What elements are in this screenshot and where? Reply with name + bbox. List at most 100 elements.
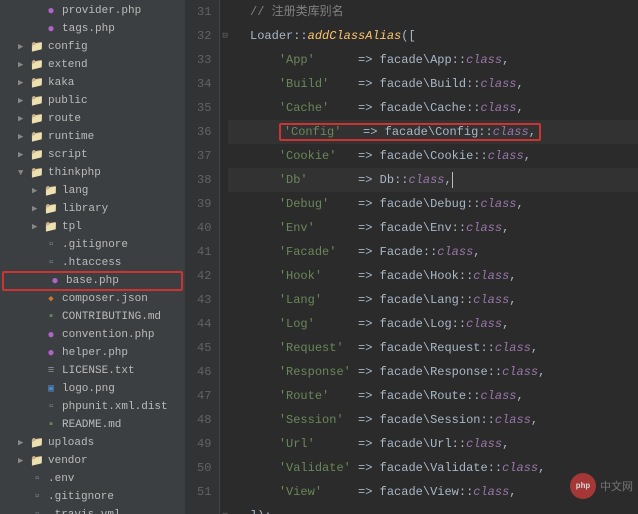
folder-icon bbox=[30, 130, 44, 144]
code-line[interactable]: 'Url' => facade\Url::class, bbox=[228, 432, 638, 456]
array-key: 'Hook' bbox=[279, 269, 351, 283]
code-line[interactable]: 'Env' => facade\Env::class, bbox=[228, 216, 638, 240]
tree-item-kaka[interactable]: kaka bbox=[0, 74, 185, 92]
code-line[interactable]: 'Hook' => facade\Hook::class, bbox=[228, 264, 638, 288]
class-ref: facade\Route bbox=[380, 389, 466, 403]
tree-item-label: logo.png bbox=[62, 383, 115, 395]
tree-arrow-icon[interactable] bbox=[18, 60, 30, 70]
project-tree[interactable]: provider.php tags.php config extend kaka publ… bbox=[0, 0, 185, 514]
tree-item-label: .htaccess bbox=[62, 257, 121, 269]
code-line[interactable]: 'Facade' => Facade::class, bbox=[228, 240, 638, 264]
tree-arrow-icon[interactable] bbox=[18, 96, 30, 106]
tree-item-contributing-md[interactable]: CONTRIBUTING.md bbox=[0, 308, 185, 326]
array-key: 'Request' bbox=[279, 341, 351, 355]
code-line[interactable]: 'Cache' => facade\Cache::class, bbox=[228, 96, 638, 120]
tree-item--travis-yml[interactable]: .travis.yml bbox=[0, 506, 185, 514]
code-editor[interactable]: 3132333435363738394041424344454647484950… bbox=[185, 0, 638, 514]
tree-item-library[interactable]: library bbox=[0, 200, 185, 218]
tree-item-tpl[interactable]: tpl bbox=[0, 218, 185, 236]
tree-item-config[interactable]: config bbox=[0, 38, 185, 56]
tree-item-extend[interactable]: extend bbox=[0, 56, 185, 74]
line-number: 36 bbox=[197, 120, 211, 144]
code-line[interactable]: 'App' => facade\App::class, bbox=[228, 48, 638, 72]
tree-arrow-icon[interactable] bbox=[32, 222, 44, 232]
tree-item-logo-png[interactable]: logo.png bbox=[0, 380, 185, 398]
tree-item--env[interactable]: .env bbox=[0, 470, 185, 488]
tree-item--htaccess[interactable]: .htaccess bbox=[0, 254, 185, 272]
tree-arrow-icon[interactable] bbox=[18, 132, 30, 142]
tree-item-uploads[interactable]: uploads bbox=[0, 434, 185, 452]
static-prop: class bbox=[473, 269, 509, 283]
code-line[interactable]: 'Config' => facade\Config::class, bbox=[228, 120, 638, 144]
code-line[interactable]: 'Log' => facade\Log::class, bbox=[228, 312, 638, 336]
static-prop: class bbox=[502, 461, 538, 475]
line-number: 43 bbox=[197, 288, 211, 312]
code-line[interactable]: 'View' => facade\View::class, bbox=[228, 480, 638, 504]
code-line[interactable]: ⊟ ]); bbox=[228, 504, 638, 514]
php-icon bbox=[44, 346, 58, 360]
static-prop: class bbox=[495, 413, 531, 427]
class-ref: facade\Lang bbox=[380, 293, 459, 307]
code-line[interactable]: 'Request' => facade\Request::class, bbox=[228, 336, 638, 360]
tree-item-license-txt[interactable]: LICENSE.txt bbox=[0, 362, 185, 380]
static-prop: class bbox=[473, 485, 509, 499]
tree-item--gitignore[interactable]: .gitignore bbox=[0, 488, 185, 506]
tree-item-runtime[interactable]: runtime bbox=[0, 128, 185, 146]
tree-item-thinkphp[interactable]: thinkphp bbox=[0, 164, 185, 182]
tree-arrow-icon[interactable] bbox=[18, 168, 30, 178]
tree-item-vendor[interactable]: vendor bbox=[0, 452, 185, 470]
tree-item-label: .gitignore bbox=[48, 491, 114, 503]
tree-arrow-icon[interactable] bbox=[18, 78, 30, 88]
code-line[interactable]: 'Lang' => facade\Lang::class, bbox=[228, 288, 638, 312]
tree-item-label: kaka bbox=[48, 77, 74, 89]
tree-item-helper-php[interactable]: helper.php bbox=[0, 344, 185, 362]
folder-icon bbox=[44, 202, 58, 216]
code-line[interactable]: 'Validate' => facade\Validate::class, bbox=[228, 456, 638, 480]
tree-arrow-icon[interactable] bbox=[32, 186, 44, 196]
tree-arrow-icon[interactable] bbox=[18, 456, 30, 466]
folder-icon bbox=[30, 454, 44, 468]
static-prop: class bbox=[466, 53, 502, 67]
file-icon bbox=[30, 472, 44, 486]
code-line[interactable]: 'Build' => facade\Build::class, bbox=[228, 72, 638, 96]
tree-arrow-icon[interactable] bbox=[18, 438, 30, 448]
code-line[interactable]: // 注册类库别名 bbox=[228, 0, 638, 24]
static-prop: class bbox=[502, 365, 538, 379]
tree-arrow-icon[interactable] bbox=[32, 204, 44, 214]
tree-item-phpunit-xml-dist[interactable]: phpunit.xml.dist bbox=[0, 398, 185, 416]
code-line[interactable]: 'Response' => facade\Response::class, bbox=[228, 360, 638, 384]
code-area[interactable]: php 中文网 // 注册类库别名⊟ Loader::addClassAlias… bbox=[220, 0, 638, 514]
tree-item-lang[interactable]: lang bbox=[0, 182, 185, 200]
tree-item-readme-md[interactable]: README.md bbox=[0, 416, 185, 434]
code-line[interactable]: 'Cookie' => facade\Cookie::class, bbox=[228, 144, 638, 168]
line-number: 31 bbox=[197, 0, 211, 24]
tree-item--gitignore[interactable]: .gitignore bbox=[0, 236, 185, 254]
fold-icon[interactable]: ⊟ bbox=[222, 504, 227, 514]
fold-icon[interactable]: ⊟ bbox=[222, 24, 227, 48]
tree-item-script[interactable]: script bbox=[0, 146, 185, 164]
code-line[interactable]: ⊟ Loader::addClassAlias([ bbox=[228, 24, 638, 48]
code-line[interactable]: 'Session' => facade\Session::class, bbox=[228, 408, 638, 432]
class-ref: facade\Build bbox=[380, 77, 466, 91]
tree-arrow-icon[interactable] bbox=[18, 150, 30, 160]
line-number: 46 bbox=[197, 360, 211, 384]
tree-arrow-icon[interactable] bbox=[18, 42, 30, 52]
tree-item-route[interactable]: route bbox=[0, 110, 185, 128]
tree-item-base-php[interactable]: base.php bbox=[2, 271, 183, 291]
file-icon bbox=[30, 490, 44, 504]
tree-item-provider-php[interactable]: provider.php bbox=[0, 2, 185, 20]
tree-item-label: extend bbox=[48, 59, 88, 71]
line-number: 42 bbox=[197, 264, 211, 288]
tree-item-label: config bbox=[48, 41, 88, 53]
code-line[interactable]: 'Route' => facade\Route::class, bbox=[228, 384, 638, 408]
code-line[interactable]: 'Debug' => facade\Debug::class, bbox=[228, 192, 638, 216]
tree-item-composer-json[interactable]: composer.json bbox=[0, 290, 185, 308]
tree-arrow-icon[interactable] bbox=[18, 114, 30, 124]
file-icon bbox=[44, 238, 58, 252]
tree-item-public[interactable]: public bbox=[0, 92, 185, 110]
tree-item-convention-php[interactable]: convention.php bbox=[0, 326, 185, 344]
tree-item-tags-php[interactable]: tags.php bbox=[0, 20, 185, 38]
code-line[interactable]: 'Db' => Db::class, bbox=[228, 168, 638, 192]
tree-item-label: tags.php bbox=[62, 23, 115, 35]
static-prop: class bbox=[473, 293, 509, 307]
